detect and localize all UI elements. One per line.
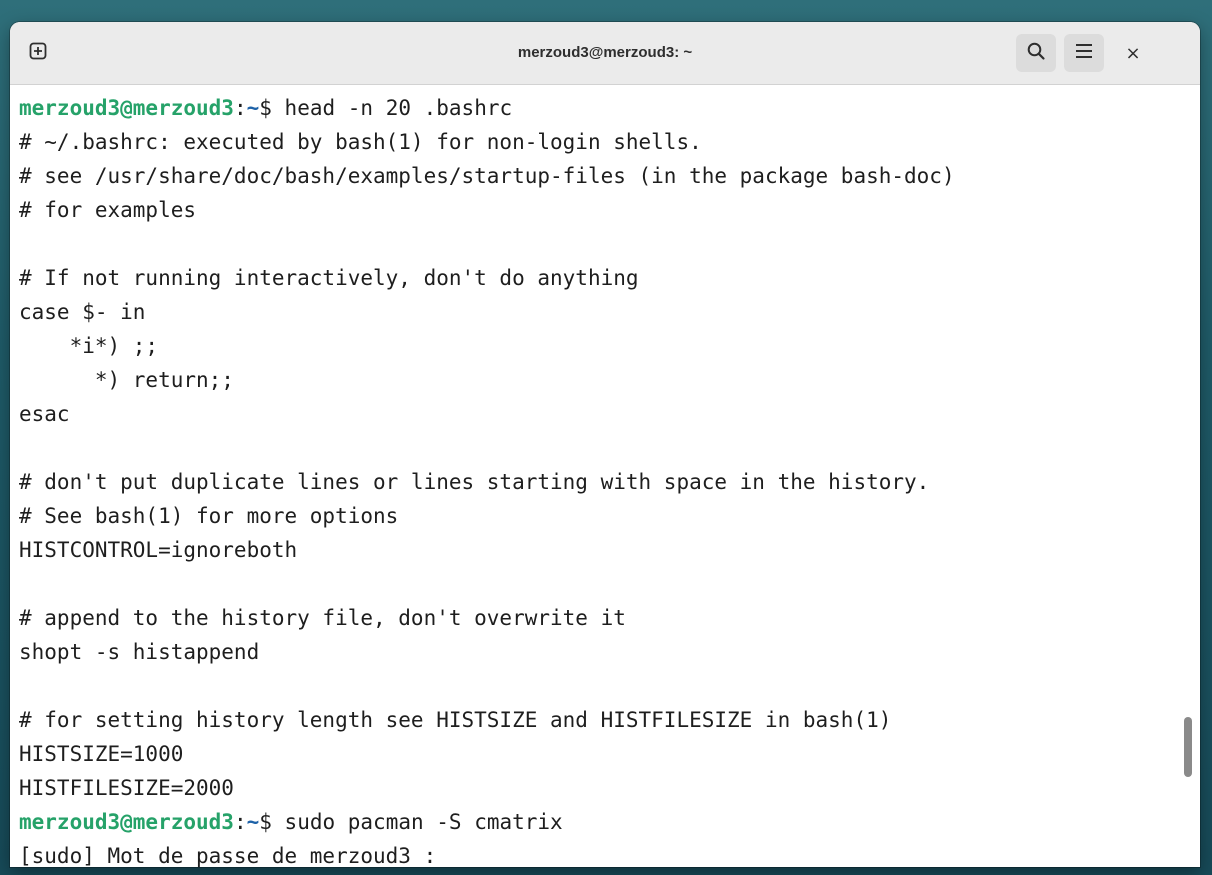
prompt-path: ~ [246, 810, 260, 834]
output-line: HISTCONTROL=ignoreboth [19, 538, 298, 562]
command-text: head -n 20 .bashrc [284, 96, 513, 120]
prompt-line: merzoud3@merzoud3:~$ head -n 20 .bashrc [19, 91, 1170, 125]
output-line: [sudo] Mot de passe de merzoud3 : [19, 839, 1170, 867]
plus-in-square-icon [29, 42, 47, 64]
prompt-separator: : [233, 810, 247, 834]
terminal-window: merzoud3@merzoud3: ~ × merzoud3@merzoud3… [10, 22, 1200, 867]
output-line: HISTSIZE=1000 [19, 742, 184, 766]
prompt-user: merzoud3@merzoud3 [19, 96, 234, 120]
output-line: # If not running interactively, don't do… [19, 266, 639, 290]
search-button[interactable] [1016, 34, 1056, 72]
header-bar: merzoud3@merzoud3: ~ × [10, 22, 1200, 85]
output-line: HISTFILESIZE=2000 [19, 776, 234, 800]
output-line: shopt -s histappend [19, 640, 260, 664]
output-line: case $- in [19, 300, 146, 324]
prompt-separator: : [233, 96, 247, 120]
output-line: *) return;; [19, 368, 234, 392]
new-tab-button[interactable] [18, 34, 58, 72]
output-line: # see /usr/share/doc/bash/examples/start… [19, 164, 955, 188]
terminal-view[interactable]: merzoud3@merzoud3:~$ head -n 20 .bashrc #… [10, 85, 1200, 867]
prompt-symbol: $ [259, 810, 285, 834]
hamburger-menu-icon [1075, 43, 1093, 63]
scrollbar-thumb[interactable] [1184, 717, 1192, 777]
output-line: # See bash(1) for more options [19, 504, 399, 528]
output-line: # append to the history file, don't over… [19, 606, 626, 630]
output-line: # for examples [19, 198, 197, 222]
output-line: *i*) ;; [19, 334, 159, 358]
output-line: # ~/.bashrc: executed by bash(1) for non… [19, 130, 702, 154]
search-icon [1026, 41, 1046, 65]
menu-button[interactable] [1064, 34, 1104, 72]
output-line: # for setting history length see HISTSIZ… [19, 708, 892, 732]
close-button[interactable]: × [1116, 36, 1150, 70]
prompt-path: ~ [246, 96, 260, 120]
prompt-symbol: $ [259, 96, 285, 120]
text-cursor [449, 846, 461, 867]
prompt-user: merzoud3@merzoud3 [19, 810, 234, 834]
output-line: esac [19, 402, 70, 426]
prompt-line: merzoud3@merzoud3:~$ sudo pacman -S cmat… [19, 805, 1170, 839]
command-text: sudo pacman -S cmatrix [284, 810, 563, 834]
terminal-output: merzoud3@merzoud3:~$ head -n 20 .bashrc #… [19, 91, 1170, 867]
close-icon: × [1125, 42, 1141, 64]
output-line: # don't put duplicate lines or lines sta… [19, 470, 930, 494]
